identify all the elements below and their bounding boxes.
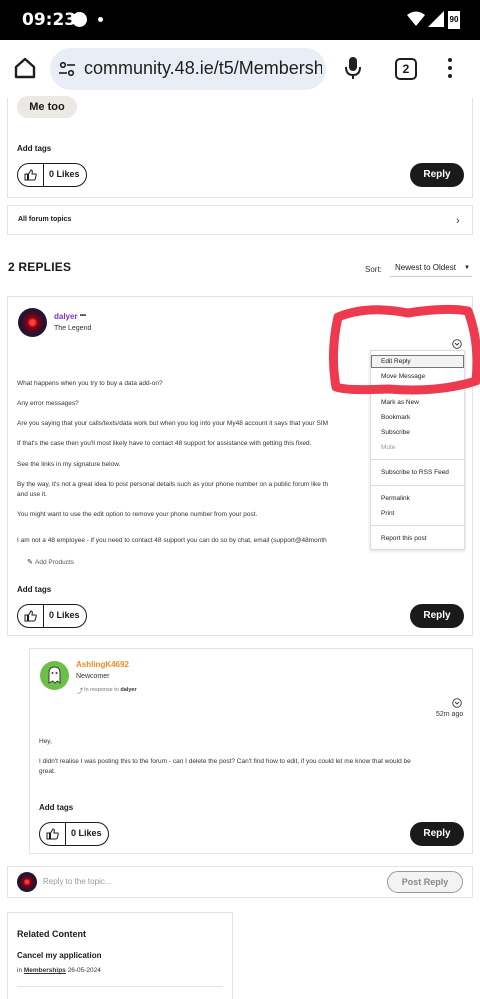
red-annotation-mark	[328, 304, 480, 395]
menu-divider	[371, 485, 464, 486]
reply-button[interactable]: Reply	[410, 822, 464, 846]
options-chevron-icon[interactable]	[452, 698, 462, 708]
likes-count: 0 Likes	[71, 828, 102, 838]
post-timestamp: 52m ago	[436, 711, 464, 718]
menu-item-subscribe-rss[interactable]: Subscribe to RSS Feed	[381, 469, 449, 476]
likes-count: 0 Likes	[49, 610, 80, 620]
thumbs-up-icon[interactable]	[40, 823, 66, 845]
reply-button[interactable]: Reply	[410, 163, 464, 187]
related-item-title[interactable]: Cancel my application	[17, 951, 101, 960]
reply-button[interactable]: Reply	[410, 604, 464, 628]
add-products-link[interactable]: Add Products	[35, 558, 74, 567]
reply-arrow-icon: ⤴	[77, 689, 84, 695]
reply-text-line: See the links in my signature below.	[17, 461, 121, 468]
related-item-date: 26-05-2024	[67, 967, 101, 974]
thumbs-up-icon[interactable]	[18, 164, 44, 186]
reply-text-line: Any error messages?	[17, 400, 79, 407]
address-bar[interactable]: community.48.ie/t5/Membership	[50, 48, 326, 90]
related-item-board-link[interactable]: Memberships	[24, 967, 66, 974]
menu-divider	[371, 459, 464, 460]
all-forum-topics-row[interactable]	[7, 205, 473, 235]
reply-text-line: What happens when you try to buy a data …	[17, 380, 163, 387]
signal-icon	[428, 11, 444, 27]
ghost-avatar-icon	[48, 666, 61, 685]
likes-count: 0 Likes	[49, 169, 80, 179]
in-response-prefix: In response to	[84, 687, 119, 693]
reply-greeting: Hey,	[39, 738, 52, 745]
menu-item-report[interactable]: Report this post	[381, 535, 427, 542]
pencil-icon[interactable]: ✎	[27, 558, 33, 566]
url-text[interactable]: community.48.ie/t5/Membership	[84, 58, 322, 79]
browser-toolbar: community.48.ie/t5/Membership 2	[0, 40, 480, 98]
browser-menu-icon[interactable]	[448, 58, 452, 82]
battery-icon: 90	[448, 11, 460, 29]
reply-text-line: You might want to use the edit option to…	[17, 511, 258, 518]
chevron-right-icon[interactable]: ›	[456, 215, 460, 227]
related-item-in: in	[17, 967, 23, 974]
wifi-icon	[407, 11, 425, 26]
author-name[interactable]: dalyer	[54, 312, 78, 321]
menu-item-print[interactable]: Print	[381, 510, 394, 517]
related-divider	[17, 986, 223, 987]
tab-switcher-button[interactable]: 2	[395, 58, 417, 80]
reply-text-line: By the way, it's not a great idea to pos…	[17, 481, 329, 488]
status-time: 09:23	[22, 10, 77, 30]
microphone-icon[interactable]	[344, 56, 362, 80]
in-response-user[interactable]: dalyer	[120, 687, 136, 693]
signature-line: I am not a 48 employee - if you need to …	[17, 537, 327, 544]
add-tags-link[interactable]: Add tags	[17, 585, 51, 594]
caret-down-icon[interactable]: ▼	[464, 259, 470, 277]
reply-text-line: great.	[39, 768, 56, 775]
related-item-meta: in Memberships 26-05-2024	[17, 967, 101, 974]
reply-input[interactable]: Reply to the topic...	[43, 877, 111, 886]
add-tags-link[interactable]: Add tags	[39, 803, 73, 812]
notification-circle-icon	[72, 12, 87, 27]
replies-heading: 2 REPLIES	[8, 260, 72, 274]
reply-text-line: I didn't realise I was posting this to t…	[39, 758, 411, 765]
reply-text-line: and use it.	[17, 491, 47, 498]
author-rank: Newcomer	[76, 673, 110, 680]
menu-item-subscribe[interactable]: Subscribe	[381, 429, 410, 436]
sort-dropdown[interactable]: Newest to Oldest ▼	[390, 259, 472, 277]
sort-value[interactable]: Newest to Oldest	[395, 263, 456, 272]
like-button[interactable]: 0 Likes	[17, 604, 87, 628]
sort-label: Sort:	[365, 265, 382, 274]
author-rank: The Legend	[54, 325, 92, 332]
in-response-to: In response to dalyer	[84, 687, 137, 693]
avatar[interactable]	[18, 308, 47, 337]
avatar[interactable]	[40, 661, 69, 690]
status-bar: 09:23 90	[0, 0, 480, 40]
menu-item-bookmark[interactable]: Bookmark	[381, 414, 410, 421]
rank-badge-icon: ▬	[80, 312, 86, 318]
related-heading: Related Content	[17, 929, 87, 939]
menu-divider	[371, 525, 464, 526]
reply-text-line: If that's the case then you'll most like…	[17, 440, 312, 447]
like-button[interactable]: 0 Likes	[17, 163, 87, 187]
all-forum-topics-link[interactable]: All forum topics	[18, 216, 71, 223]
home-icon[interactable]	[12, 55, 38, 81]
me-too-button[interactable]: Me too	[17, 96, 77, 118]
site-settings-icon[interactable]	[58, 60, 76, 78]
thumbs-up-icon[interactable]	[18, 605, 44, 627]
author-name[interactable]: AshlingK4692	[76, 660, 129, 669]
notification-dot-icon	[98, 17, 103, 22]
post-reply-button[interactable]: Post Reply	[387, 871, 463, 893]
add-tags-link[interactable]: Add tags	[17, 144, 51, 153]
like-button[interactable]: 0 Likes	[39, 822, 109, 846]
menu-item-mute: Mute	[381, 444, 396, 451]
reply-text-line: Are you saying that your calls/texts/dat…	[17, 420, 329, 427]
menu-item-permalink[interactable]: Permalink	[381, 495, 410, 502]
avatar	[17, 872, 37, 892]
menu-item-mark-as-new[interactable]: Mark as New	[381, 399, 419, 406]
